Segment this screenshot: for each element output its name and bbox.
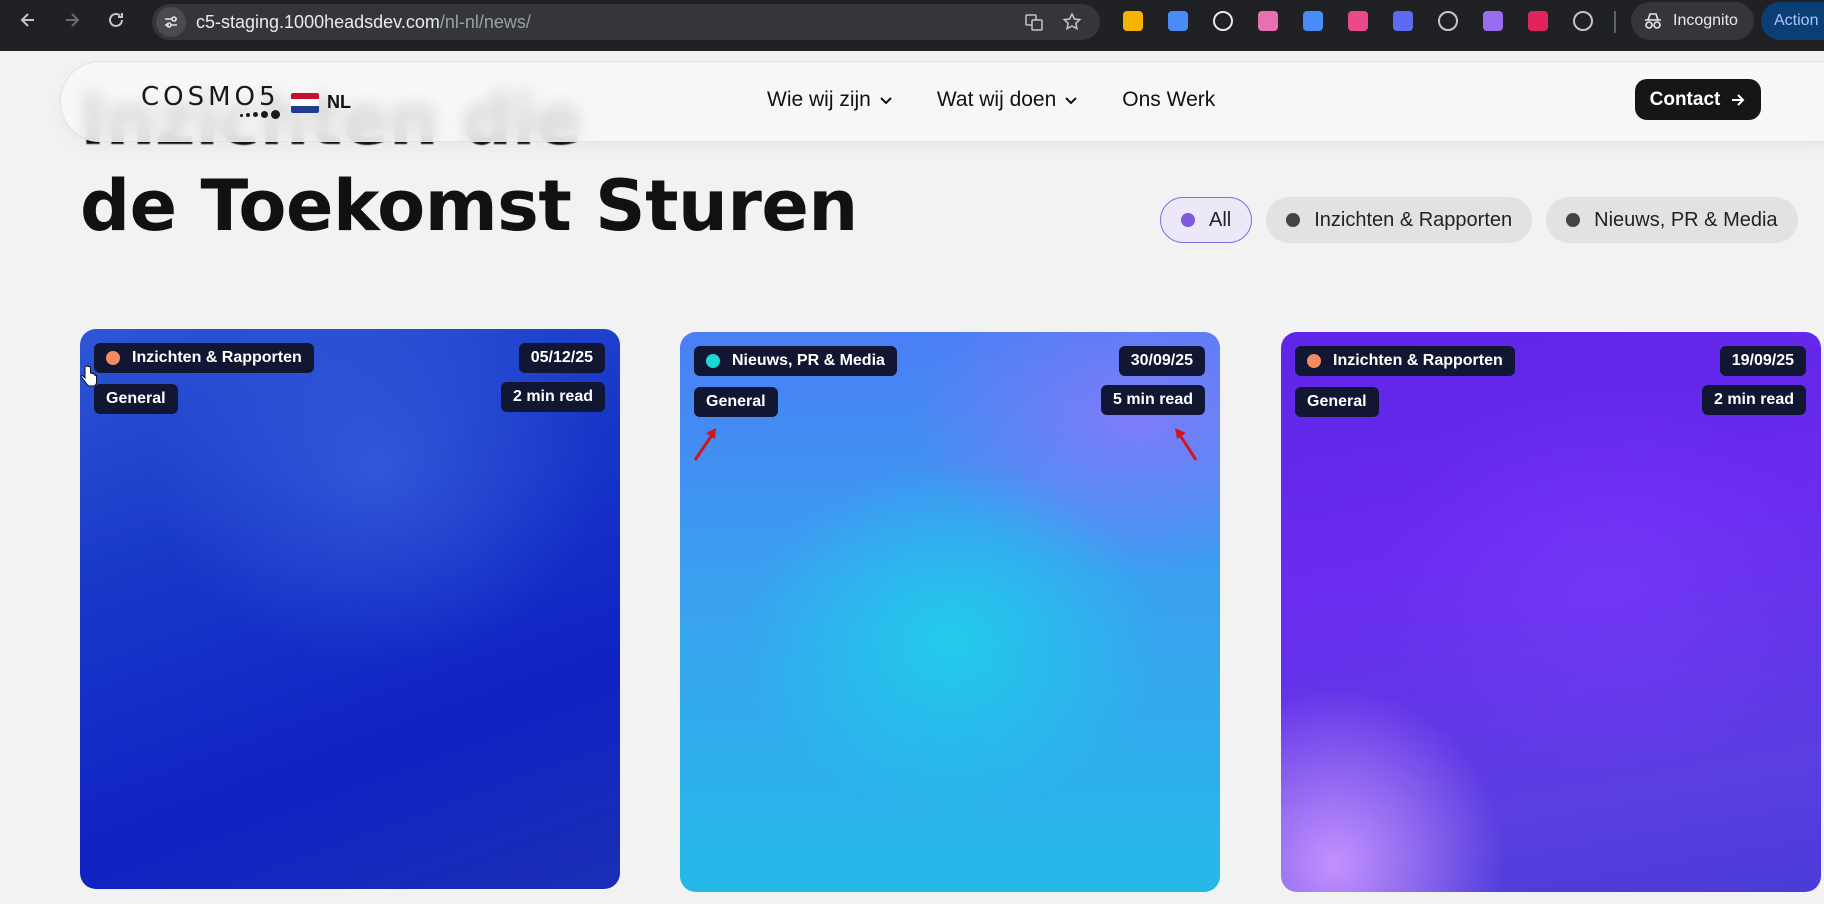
hand-cursor-icon — [80, 365, 97, 387]
category-tag[interactable]: Inzichten & Rapporten — [1295, 346, 1515, 376]
date-badge: 05/12/25 — [518, 343, 605, 373]
date-badge: 19/09/25 — [1719, 346, 1806, 376]
extension-icon[interactable] — [1523, 6, 1553, 36]
translate-icon[interactable] — [1020, 8, 1048, 36]
nav-item-wat-wij-doen[interactable]: Wat wij doen — [937, 88, 1078, 112]
category-label: Inzichten & Rapporten — [132, 349, 302, 366]
read-time-label: 5 min read — [1112, 391, 1193, 408]
netherlands-flag-icon — [291, 92, 319, 113]
back-icon[interactable] — [10, 2, 46, 38]
extensions-bar — [1118, 6, 1598, 36]
subcategory-tag: General — [1295, 387, 1379, 417]
nav-label: Ons Werk — [1122, 88, 1216, 111]
subcategory-label: General — [1307, 393, 1367, 410]
action-button[interactable]: Action n — [1761, 2, 1824, 40]
extension-icon[interactable] — [1118, 6, 1148, 36]
category-dot — [706, 354, 720, 368]
filter-label: All — [1209, 208, 1232, 231]
date-label: 30/09/25 — [1130, 352, 1193, 369]
bookmark-star-icon[interactable] — [1058, 8, 1086, 36]
read-time-badge: 2 min read — [500, 382, 605, 412]
filter-dot — [1181, 213, 1195, 227]
read-time-badge: 5 min read — [1100, 385, 1205, 415]
nav-label: Wat wij doen — [936, 88, 1057, 111]
extension-icon[interactable] — [1298, 6, 1328, 36]
incognito-badge[interactable]: Incognito — [1631, 2, 1754, 40]
subcategory-label: General — [106, 390, 166, 407]
news-card[interactable]: Inzichten & Rapporten General 05/12/25 2… — [80, 329, 620, 889]
action-label: Action n — [1774, 12, 1824, 29]
category-tag[interactable]: Nieuws, PR & Media — [694, 346, 897, 376]
extension-icon[interactable] — [1433, 6, 1463, 36]
main-nav: Wie wij zijn Wat wij doen Ons Werk — [767, 88, 1215, 112]
subcategory-label: General — [706, 393, 766, 410]
logo-text: COSMO5 — [141, 82, 280, 112]
nav-item-wie-wij-zijn[interactable]: Wie wij zijn — [767, 88, 893, 112]
date-badge: 30/09/25 — [1118, 346, 1205, 376]
filter-label: Inzichten & Rapporten — [1314, 208, 1513, 231]
extension-icon[interactable] — [1478, 6, 1508, 36]
subcategory-tag: General — [94, 384, 178, 414]
date-label: 05/12/25 — [530, 349, 593, 366]
address-bar[interactable]: c5-staging.1000headsdev.com/nl-nl/news/ — [152, 4, 1100, 40]
page-title-line-2: de Toekomst Sturen — [80, 165, 858, 247]
category-label: Nieuws, PR & Media — [732, 352, 885, 369]
filter-dot — [1286, 213, 1301, 227]
category-dot — [106, 351, 120, 365]
incognito-icon — [1645, 13, 1661, 29]
nav-item-ons-werk[interactable]: Ons Werk — [1122, 88, 1215, 112]
browser-toolbar: c5-staging.1000headsdev.com/nl-nl/news/ … — [0, 0, 1824, 51]
toolbar-divider — [1614, 11, 1616, 33]
category-dot — [1307, 354, 1321, 368]
subcategory-tag: General — [694, 387, 778, 417]
page-viewport: Inzichten die de Toekomst Sturen COSMO5 … — [0, 51, 1824, 904]
site-header: COSMO5 NL Wie wij zijn Wat wij doen Ons … — [60, 61, 1824, 142]
reload-icon[interactable] — [98, 2, 134, 38]
extension-icon[interactable] — [1388, 6, 1418, 36]
extension-icon[interactable] — [1208, 6, 1238, 36]
filter-all[interactable]: All — [1160, 197, 1253, 243]
url-text[interactable]: c5-staging.1000headsdev.com/nl-nl/news/ — [196, 12, 531, 33]
category-filters: All Inzichten & Rapporten Nieuws, PR & M… — [1160, 197, 1798, 243]
incognito-label: Incognito — [1673, 12, 1738, 29]
category-tag[interactable]: Inzichten & Rapporten — [94, 343, 314, 373]
site-info-icon[interactable] — [156, 7, 186, 37]
contact-button[interactable]: Contact — [1635, 79, 1761, 120]
language-label: NL — [327, 92, 351, 112]
url-host: c5-staging.1000headsdev.com — [196, 11, 440, 32]
extension-icon[interactable] — [1253, 6, 1283, 36]
extension-icon[interactable] — [1163, 6, 1193, 36]
filter-label: Nieuws, PR & Media — [1594, 208, 1778, 231]
forward-icon[interactable] — [54, 2, 90, 38]
arrow-right-icon — [1732, 93, 1745, 106]
annotation-arrow-icon — [1175, 428, 1198, 461]
filter-nieuws-pr-media[interactable]: Nieuws, PR & Media — [1546, 197, 1798, 243]
extension-icon[interactable] — [1568, 6, 1598, 36]
news-card[interactable]: Inzichten & Rapporten General 19/09/25 2… — [1281, 332, 1821, 892]
filter-inzichten-rapporten[interactable]: Inzichten & Rapporten — [1266, 197, 1533, 243]
date-label: 19/09/25 — [1731, 352, 1794, 369]
nav-label: Wie wij zijn — [767, 88, 871, 111]
read-time-badge: 2 min read — [1701, 385, 1806, 415]
language-selector[interactable]: NL — [291, 92, 351, 113]
contact-label: Contact — [1649, 88, 1721, 110]
category-label: Inzichten & Rapporten — [1333, 352, 1503, 369]
annotation-arrow-icon — [693, 428, 716, 461]
chevron-down-icon — [1065, 97, 1077, 105]
chevron-down-icon — [880, 97, 892, 105]
read-time-label: 2 min read — [1713, 391, 1794, 408]
extension-icon[interactable] — [1343, 6, 1373, 36]
news-card[interactable]: Nieuws, PR & Media General 30/09/25 5 mi… — [680, 332, 1220, 892]
cosmo5-logo[interactable]: COSMO5 — [141, 82, 280, 119]
filter-dot — [1566, 213, 1581, 227]
read-time-label: 2 min read — [512, 388, 593, 405]
url-path: /nl-nl/news/ — [439, 11, 531, 32]
